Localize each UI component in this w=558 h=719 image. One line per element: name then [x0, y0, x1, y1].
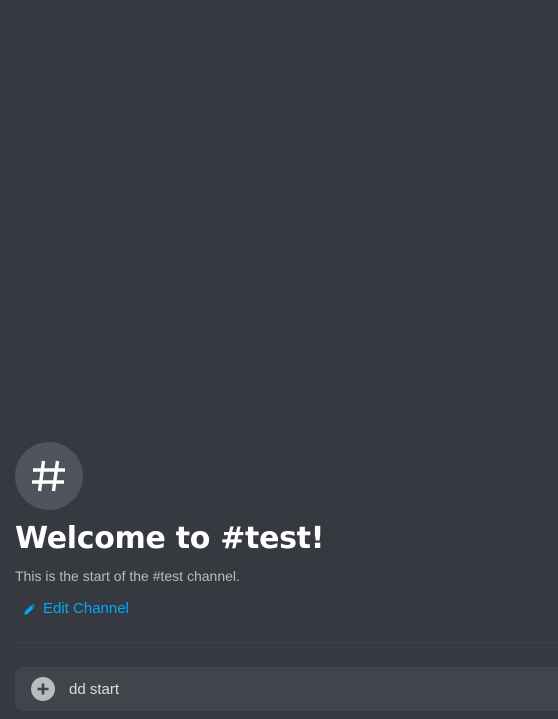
plus-circle-icon	[37, 683, 49, 695]
message-input[interactable]	[69, 667, 558, 711]
attach-button[interactable]	[31, 677, 55, 701]
chat-area: Welcome to #test! This is the start of t…	[0, 0, 558, 719]
welcome-title: Welcome to #test!	[15, 521, 325, 556]
divider	[15, 642, 558, 643]
message-composer	[15, 667, 558, 711]
edit-channel-button[interactable]: Edit Channel	[23, 600, 129, 618]
hash-icon	[32, 460, 65, 492]
pencil-icon	[24, 603, 36, 615]
edit-channel-label: Edit Channel	[43, 600, 129, 617]
welcome-description: This is the start of the #test channel.	[15, 568, 240, 584]
channel-icon-circle	[15, 442, 83, 510]
channel-welcome-section: Welcome to #test! This is the start of t…	[15, 442, 558, 617]
